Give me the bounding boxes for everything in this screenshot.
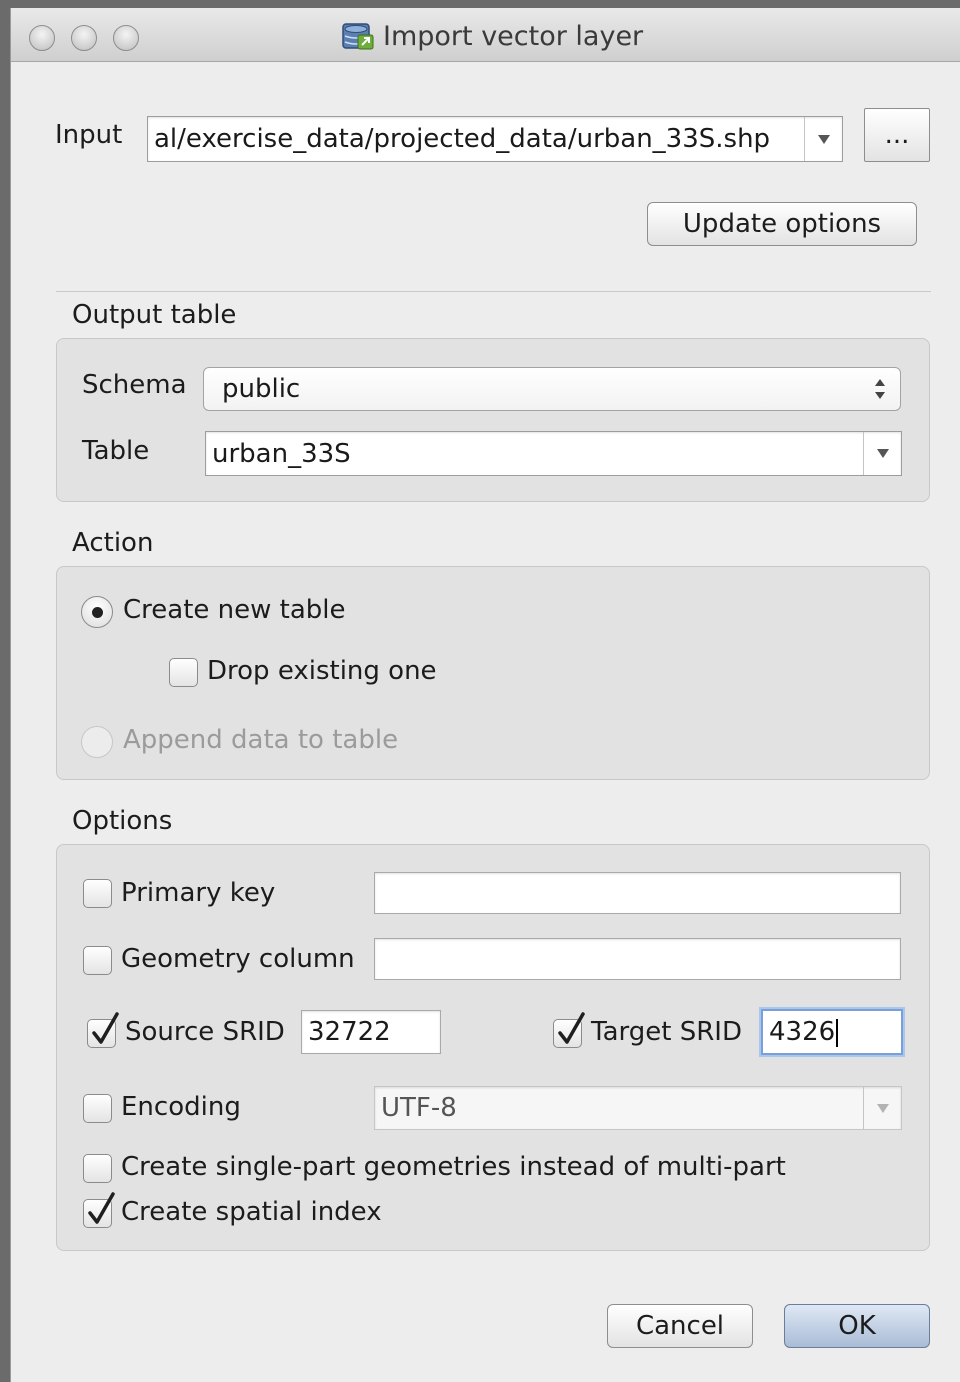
drop-existing-label[interactable]: Drop existing one [207, 656, 437, 686]
spatial-index-label[interactable]: Create spatial index [121, 1197, 382, 1227]
source-srid-input[interactable]: 32722 [301, 1010, 441, 1054]
geometry-column-label[interactable]: Geometry column [121, 944, 355, 974]
single-part-checkbox[interactable] [83, 1154, 112, 1183]
ok-button[interactable]: OK [784, 1304, 930, 1348]
source-srid-value: 32722 [308, 1017, 391, 1047]
database-import-icon [342, 23, 374, 50]
primary-key-checkbox[interactable] [83, 879, 112, 908]
chevron-down-icon [876, 1103, 889, 1113]
create-new-table-radio[interactable] [81, 596, 113, 628]
table-value: urban_33S [212, 438, 351, 469]
source-srid-label[interactable]: Source SRID [125, 1017, 285, 1047]
target-srid-input[interactable]: 4326 [761, 1009, 903, 1055]
encoding-dropdown-arrow[interactable] [863, 1087, 901, 1129]
input-path-value: al/exercise_data/projected_data/urban_33… [154, 124, 771, 154]
action-title: Action [72, 528, 154, 558]
output-table-group [56, 338, 930, 502]
drop-existing-checkbox[interactable] [169, 658, 198, 687]
import-vector-layer-dialog: Import vector layer Input al/exercise_da… [10, 8, 960, 1382]
window-title: Import vector layer [341, 20, 643, 52]
schema-value: public [222, 374, 301, 404]
encoding-combobox[interactable]: UTF-8 [374, 1086, 902, 1130]
table-combobox[interactable]: urban_33S [205, 431, 902, 476]
geometry-column-checkbox[interactable] [83, 946, 112, 975]
target-srid-value: 4326 [769, 1017, 836, 1047]
cancel-button[interactable]: Cancel [607, 1304, 753, 1348]
encoding-checkbox[interactable] [83, 1094, 112, 1123]
options-title: Options [72, 806, 173, 836]
input-path-combobox[interactable]: al/exercise_data/projected_data/urban_33… [147, 116, 843, 162]
update-options-button[interactable]: Update options [647, 202, 917, 246]
radio-dot [91, 606, 103, 618]
text-caret [836, 1018, 839, 1047]
table-dropdown-arrow[interactable] [863, 432, 901, 475]
primary-key-input[interactable] [374, 872, 901, 914]
checkmark-icon [88, 1192, 115, 1224]
separator [56, 291, 931, 292]
source-srid-checkbox[interactable] [87, 1012, 119, 1048]
window-title-text: Import vector layer [383, 20, 644, 52]
target-srid-label[interactable]: Target SRID [591, 1017, 742, 1047]
encoding-label[interactable]: Encoding [121, 1092, 241, 1122]
schema-label: Schema [82, 370, 187, 400]
append-data-label[interactable]: Append data to table [123, 725, 398, 755]
spatial-index-checkbox[interactable] [83, 1192, 115, 1228]
create-new-table-label[interactable]: Create new table [123, 595, 346, 625]
single-part-label[interactable]: Create single-part geometries instead of… [121, 1152, 786, 1182]
input-dropdown-arrow[interactable] [804, 117, 842, 161]
checkmark-icon [558, 1012, 585, 1044]
updown-arrows-icon [874, 377, 886, 401]
close-window-button[interactable] [29, 25, 55, 51]
target-srid-value-wrap: 4326 [769, 1017, 839, 1047]
output-table-title: Output table [72, 300, 237, 330]
minimize-window-button[interactable] [71, 25, 97, 51]
title-bar[interactable]: Import vector layer [11, 8, 960, 62]
zoom-window-button[interactable] [113, 25, 139, 51]
input-label: Input [55, 120, 123, 150]
append-data-radio[interactable] [81, 726, 113, 758]
encoding-value: UTF-8 [381, 1093, 457, 1123]
chevron-down-icon [876, 449, 889, 458]
chevron-down-icon [817, 134, 830, 144]
schema-select[interactable]: public [203, 367, 901, 411]
table-label: Table [82, 436, 150, 466]
primary-key-label[interactable]: Primary key [121, 878, 275, 908]
browse-button[interactable]: ... [864, 108, 930, 162]
target-srid-checkbox[interactable] [553, 1012, 585, 1048]
checkmark-icon [92, 1012, 119, 1044]
geometry-column-input[interactable] [374, 938, 901, 980]
